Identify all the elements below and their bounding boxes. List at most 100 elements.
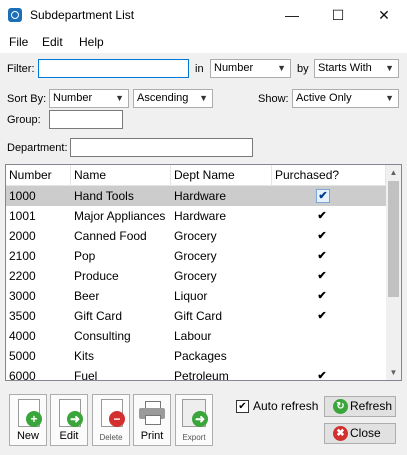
minimize-button[interactable]: — [269, 0, 315, 31]
cell-name: Pop [74, 249, 96, 263]
edit-button[interactable]: ➜ Edit [50, 394, 88, 446]
close-window-button[interactable]: ✕ [361, 0, 407, 31]
cell-number: 2200 [9, 269, 36, 283]
title-bar: Subdepartment List — ☐ ✕ [0, 0, 407, 31]
cell-dept: Gift Card [174, 309, 223, 323]
cell-dept: Grocery [174, 229, 217, 243]
show-label: Show: [258, 93, 289, 105]
table-row[interactable]: 6000 Fuel Petroleum ✔ [6, 366, 386, 381]
checkmark-icon: ✔ [238, 401, 247, 412]
table-row[interactable]: 2000 Canned Food Grocery ✔ [6, 226, 386, 246]
new-button-label: New [16, 430, 39, 442]
purchased-check-icon: ✔ [316, 189, 330, 203]
cell-dept: Hardware [174, 209, 227, 223]
table-row[interactable]: 1000 Hand Tools Hardware ✔ [6, 186, 386, 206]
column-header-name[interactable]: Name [71, 165, 171, 185]
group-input[interactable] [49, 110, 123, 129]
refresh-button[interactable]: ↻ Refresh [324, 396, 396, 417]
chevron-down-icon: ▼ [385, 93, 394, 103]
export-button-label: Export [182, 433, 206, 442]
export-button[interactable]: ➜ Export [175, 394, 213, 446]
department-input[interactable] [70, 138, 253, 157]
show-select[interactable]: Active Only ▼ [292, 89, 399, 108]
cell-number: 3500 [9, 309, 36, 323]
cell-name: Gift Card [74, 309, 123, 323]
menu-bar: File Edit Help [0, 31, 407, 53]
menu-file[interactable]: File [9, 35, 28, 49]
column-header-dept-name[interactable]: Dept Name [171, 165, 272, 185]
filter-field-select[interactable]: Number ▼ [210, 59, 291, 78]
scroll-up-arrow-icon[interactable]: ▲ [386, 165, 401, 180]
table-row[interactable]: 3500 Gift Card Gift Card ✔ [6, 306, 386, 326]
chevron-down-icon: ▼ [199, 93, 208, 103]
purchased-check-icon: ✔ [317, 370, 327, 381]
new-button[interactable]: + New [9, 394, 47, 446]
cell-name: Produce [74, 269, 119, 283]
department-label: Department: [7, 142, 68, 154]
arrow-right-icon: ➜ [67, 411, 83, 427]
cell-number: 1001 [9, 209, 36, 223]
cell-name: Canned Food [74, 229, 147, 243]
close-x-icon: ✖ [333, 426, 348, 441]
cell-dept: Liquor [174, 289, 208, 303]
cell-dept: Labour [174, 329, 212, 343]
table-row[interactable]: 2200 Produce Grocery ✔ [6, 266, 386, 286]
column-header-purchased[interactable]: Purchased? [272, 165, 386, 185]
cell-number: 6000 [9, 369, 36, 381]
chevron-down-icon: ▼ [115, 93, 124, 103]
sort-field-select[interactable]: Number ▼ [49, 89, 129, 108]
cell-dept: Hardware [174, 189, 227, 203]
table-row[interactable]: 2100 Pop Grocery ✔ [6, 246, 386, 266]
auto-refresh-checkbox[interactable]: ✔ [236, 400, 249, 413]
menu-help[interactable]: Help [79, 35, 104, 49]
subdepartment-grid[interactable]: Number Name Dept Name Purchased? 1000 Han… [5, 164, 402, 381]
purchased-check-icon: ✔ [317, 270, 327, 282]
filter-match-select[interactable]: Starts With ▼ [314, 59, 399, 78]
table-row[interactable]: 1001 Major Appliances Hardware ✔ [6, 206, 386, 226]
close-button-label: Close [350, 426, 381, 440]
chevron-down-icon: ▼ [385, 63, 394, 73]
cell-dept: Packages [174, 349, 227, 363]
table-row[interactable]: 4000 Consulting Labour [6, 326, 386, 346]
sort-label: Sort By: [7, 93, 47, 105]
table-row[interactable]: 3000 Beer Liquor ✔ [6, 286, 386, 306]
purchased-check-icon: ✔ [317, 210, 327, 222]
printer-icon [139, 401, 165, 425]
purchased-check-icon: ✔ [317, 250, 327, 262]
sort-order-select[interactable]: Ascending ▼ [133, 89, 213, 108]
maximize-button[interactable]: ☐ [315, 0, 361, 31]
cell-number: 2100 [9, 249, 36, 263]
print-button[interactable]: Print [133, 394, 171, 446]
scrollbar-thumb[interactable] [388, 181, 399, 297]
plus-icon: + [26, 411, 42, 427]
cell-number: 2000 [9, 229, 36, 243]
cell-number: 5000 [9, 349, 36, 363]
filter-input[interactable] [38, 59, 189, 78]
cell-dept: Grocery [174, 269, 217, 283]
auto-refresh-label: Auto refresh [253, 399, 319, 413]
cell-name: Hand Tools [74, 189, 134, 203]
menu-edit[interactable]: Edit [42, 35, 63, 49]
scroll-down-arrow-icon[interactable]: ▼ [386, 365, 401, 380]
group-label: Group: [7, 114, 41, 126]
delete-button[interactable]: − Delete [92, 394, 130, 446]
refresh-icon: ↻ [333, 399, 348, 414]
chevron-down-icon: ▼ [277, 63, 286, 73]
grid-scrollbar[interactable]: ▲ ▼ [386, 165, 401, 380]
refresh-button-label: Refresh [350, 399, 393, 413]
window-title: Subdepartment List [30, 8, 135, 22]
print-button-label: Print [140, 430, 164, 442]
filter-in-label: in [195, 63, 204, 75]
minus-icon: − [109, 411, 125, 427]
cell-name: Beer [74, 289, 100, 303]
column-header-number[interactable]: Number [6, 165, 71, 185]
cell-name: Consulting [74, 329, 131, 343]
cell-dept: Grocery [174, 249, 217, 263]
filter-by-label: by [297, 63, 309, 75]
cell-number: 3000 [9, 289, 36, 303]
table-row[interactable]: 5000 Kits Packages [6, 346, 386, 366]
edit-button-label: Edit [59, 430, 79, 442]
close-button[interactable]: ✖ Close [324, 423, 396, 444]
cell-dept: Petroleum [174, 369, 229, 381]
purchased-check-icon: ✔ [317, 310, 327, 322]
